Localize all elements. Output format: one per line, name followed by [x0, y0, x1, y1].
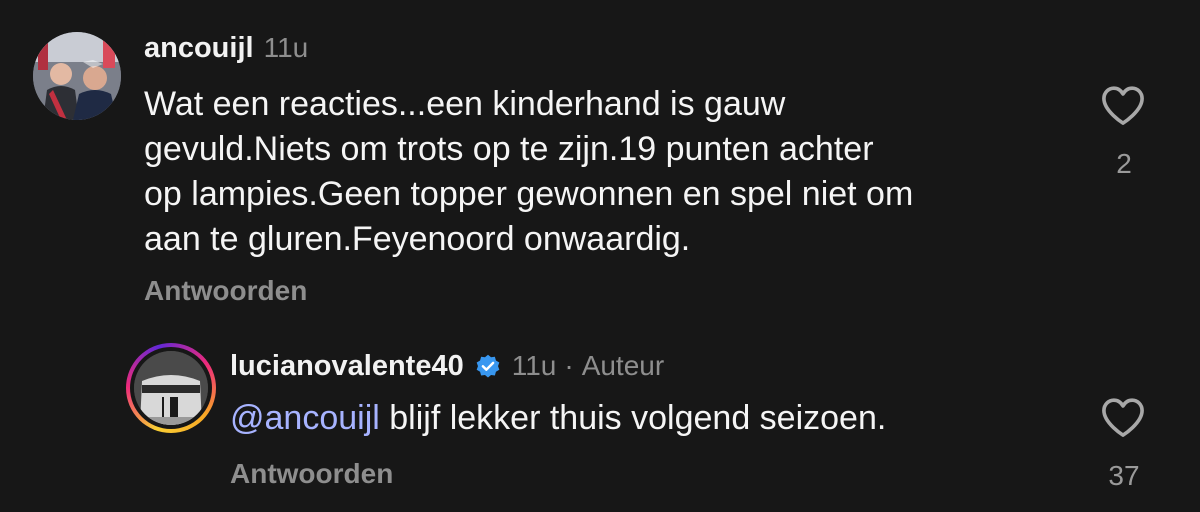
story-ring[interactable]: [126, 343, 216, 433]
heart-outline-icon[interactable]: [1100, 84, 1146, 126]
avatar-photo: [33, 32, 121, 120]
avatar-photo: [134, 351, 208, 425]
avatar[interactable]: [33, 32, 121, 120]
timestamp: 11u: [263, 32, 309, 63]
author-label: Auteur: [581, 350, 665, 381]
comment-text: @ancouijl blijf lekker thuis volgend sei…: [230, 396, 886, 441]
reply-button[interactable]: Antwoorden: [144, 275, 307, 307]
comment-header: ancouijl 11u: [144, 32, 308, 72]
comment-header: lucianovalente40 11u · Auteur: [230, 346, 664, 386]
heart-outline-icon[interactable]: [1100, 396, 1146, 438]
comments-thread: ancouijl 11u Wat een reacties...een kind…: [0, 0, 1200, 512]
avatar[interactable]: [134, 351, 208, 425]
username[interactable]: ancouijl: [144, 32, 254, 65]
mention-link[interactable]: @ancouijl: [230, 399, 380, 437]
timestamp: 11u: [511, 350, 557, 381]
verified-badge-icon: [476, 354, 500, 378]
comment-text: Wat een reacties...een kinderhand is gau…: [144, 85, 914, 258]
comment-text-body: blijf lekker thuis volgend seizoen.: [379, 399, 887, 437]
like-count: 37: [1108, 460, 1140, 491]
like-count: 2: [1116, 148, 1132, 179]
username[interactable]: lucianovalente40: [230, 350, 464, 383]
avatar-wrapper: [130, 347, 212, 429]
separator-dot: ·: [564, 350, 574, 381]
reply-button[interactable]: Antwoorden: [230, 458, 393, 490]
